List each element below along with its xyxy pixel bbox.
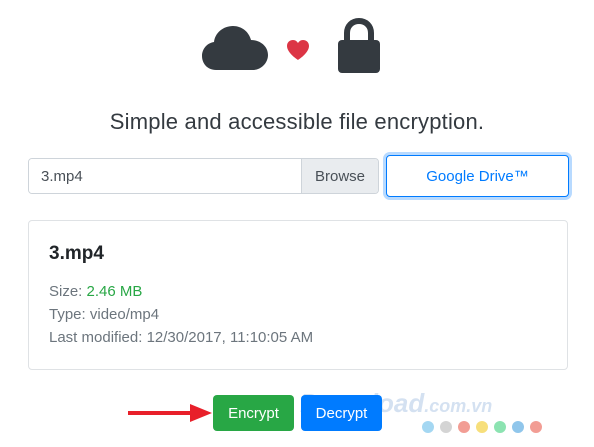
watermark-dot xyxy=(494,421,506,433)
file-size: Size: 2.46 MB xyxy=(49,283,547,300)
file-type-value: video/mp4 xyxy=(89,306,160,323)
file-modified-value: 12/30/2017, 11:10:05 AM xyxy=(146,329,314,346)
watermark-domain: .com.vn xyxy=(424,396,493,416)
app-page: Simple and accessible file encryption. B… xyxy=(0,0,594,447)
watermark-dot xyxy=(512,421,524,433)
heart-icon xyxy=(287,40,309,60)
watermark-dot xyxy=(476,421,488,433)
logo-row xyxy=(0,18,594,78)
file-type: Type: video/mp4 xyxy=(49,306,547,323)
file-input[interactable] xyxy=(29,159,301,193)
cloud-icon xyxy=(202,26,268,70)
file-modified: Last modified: 12/30/2017, 11:10:05 AM xyxy=(49,329,547,346)
file-size-label: Size: xyxy=(49,283,83,300)
encrypt-button[interactable]: Encrypt xyxy=(213,395,294,431)
decrypt-button[interactable]: Decrypt xyxy=(301,395,382,431)
file-name: 3.mp4 xyxy=(49,243,104,264)
browse-button[interactable]: Browse xyxy=(301,159,378,193)
lock-icon xyxy=(338,18,380,73)
watermark-dots xyxy=(422,421,542,433)
file-picker: Browse xyxy=(28,158,379,194)
watermark-dot xyxy=(530,421,542,433)
file-size-value: 2.46 MB xyxy=(86,283,143,300)
watermark-dot xyxy=(422,421,434,433)
file-info-card: 3.mp4 Size: 2.46 MB Type: video/mp4 Last… xyxy=(28,220,568,370)
red-arrow-icon xyxy=(128,404,212,422)
google-drive-button[interactable]: Google Drive™ xyxy=(386,155,569,197)
watermark-dot xyxy=(458,421,470,433)
file-modified-label: Last modified: xyxy=(49,329,143,346)
file-type-label: Type: xyxy=(49,306,86,323)
page-title: Simple and accessible file encryption. xyxy=(109,109,485,134)
watermark-dot xyxy=(440,421,452,433)
